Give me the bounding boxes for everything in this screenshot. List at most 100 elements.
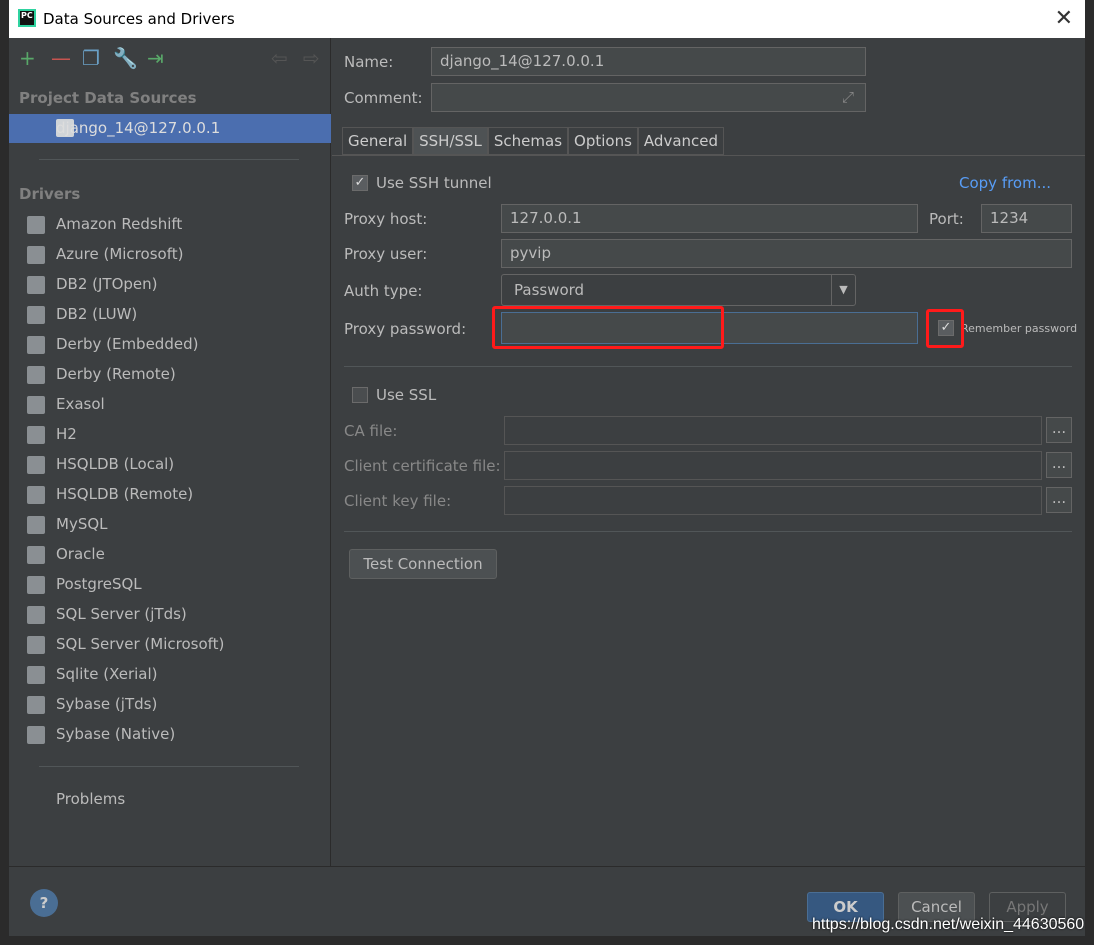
chevron-down-icon[interactable]: ▼ xyxy=(831,275,855,305)
client-cert-field[interactable] xyxy=(504,451,1042,480)
copy-from-link[interactable]: Copy from... xyxy=(959,174,1051,192)
driver-icon xyxy=(27,396,45,414)
tab-advanced[interactable]: Advanced xyxy=(637,127,725,155)
driver-icon xyxy=(27,276,45,294)
driver-icon xyxy=(27,606,45,624)
add-icon[interactable]: + xyxy=(19,46,36,70)
driver-icon xyxy=(27,306,45,324)
data-source-item[interactable]: django_14@127.0.0.1 xyxy=(9,114,331,143)
driver-item[interactable]: HSQLDB (Remote) xyxy=(9,480,331,510)
port-label: Port: xyxy=(929,210,964,228)
driver-icon xyxy=(27,486,45,504)
driver-item[interactable]: H2 xyxy=(9,420,331,450)
copy-icon[interactable]: ❐ xyxy=(82,46,100,70)
help-button[interactable]: ? xyxy=(30,889,58,917)
window-title: Data Sources and Drivers xyxy=(43,10,235,28)
name-field[interactable]: django_14@127.0.0.1 xyxy=(431,47,866,76)
title-bar: PC Data Sources and Drivers ✕ xyxy=(9,0,1085,38)
driver-label: Sybase (Native) xyxy=(56,725,176,743)
driver-icon xyxy=(27,366,45,384)
proxy-host-label: Proxy host: xyxy=(344,210,428,228)
browse-cert-button[interactable]: ... xyxy=(1046,452,1072,478)
ca-file-field[interactable] xyxy=(504,416,1042,445)
driver-item[interactable]: Sybase (jTds) xyxy=(9,690,331,720)
driver-item[interactable]: SQL Server (jTds) xyxy=(9,600,331,630)
browse-ca-button[interactable]: ... xyxy=(1046,417,1072,443)
driver-icon xyxy=(27,426,45,444)
problems-item[interactable]: Problems xyxy=(56,790,125,808)
data-source-label: django_14@127.0.0.1 xyxy=(56,119,221,137)
driver-item[interactable]: Azure (Microsoft) xyxy=(9,240,331,270)
name-label: Name: xyxy=(344,53,394,71)
test-connection-button[interactable]: Test Connection xyxy=(349,549,497,579)
remember-password-label: Remember password xyxy=(961,322,1078,335)
comment-label: Comment: xyxy=(344,89,423,107)
driver-label: Azure (Microsoft) xyxy=(56,245,184,263)
driver-item[interactable]: HSQLDB (Local) xyxy=(9,450,331,480)
proxy-user-field[interactable]: pyvip xyxy=(501,239,1072,268)
driver-icon xyxy=(27,636,45,654)
driver-label: Exasol xyxy=(56,395,105,413)
back-arrow-icon[interactable]: ⇦ xyxy=(271,46,288,70)
proxy-user-label: Proxy user: xyxy=(344,245,428,263)
driver-icon xyxy=(27,666,45,684)
close-icon[interactable]: ✕ xyxy=(1055,6,1073,31)
driver-label: HSQLDB (Remote) xyxy=(56,485,194,503)
driver-icon xyxy=(27,576,45,594)
driver-label: SQL Server (Microsoft) xyxy=(56,635,225,653)
driver-item[interactable]: Exasol xyxy=(9,390,331,420)
client-key-field[interactable] xyxy=(504,486,1042,515)
pycharm-logo-icon: PC xyxy=(18,9,36,27)
driver-item[interactable]: PostgreSQL xyxy=(9,570,331,600)
divider xyxy=(332,155,1085,156)
driver-label: Amazon Redshift xyxy=(56,215,183,233)
auth-type-value: Password xyxy=(514,281,585,299)
driver-label: Derby (Remote) xyxy=(56,365,176,383)
auth-type-select[interactable]: Password ▼ xyxy=(501,274,856,306)
browse-key-button[interactable]: ... xyxy=(1046,487,1072,513)
driver-item[interactable]: MySQL xyxy=(9,510,331,540)
divider xyxy=(39,159,299,160)
tab-options[interactable]: Options xyxy=(568,127,638,155)
use-ssl-checkbox[interactable] xyxy=(352,387,368,403)
driver-label: PostgreSQL xyxy=(56,575,142,593)
tab-bar: General SSH/SSL Schemas Options Advanced xyxy=(342,127,725,155)
divider xyxy=(39,766,299,767)
client-cert-label: Client certificate file: xyxy=(344,457,501,475)
driver-label: Sybase (jTds) xyxy=(56,695,158,713)
driver-icon xyxy=(27,246,45,264)
port-field[interactable]: 1234 xyxy=(981,204,1072,233)
use-ssh-checkbox[interactable]: ✓ xyxy=(352,175,368,191)
use-ssh-label: Use SSH tunnel xyxy=(376,174,492,192)
driver-item[interactable]: Amazon Redshift xyxy=(9,210,331,240)
remove-icon[interactable]: — xyxy=(51,46,71,70)
sidebar: + — ❐ 🔧 ⇥ ⇦ ⇨ Project Data Sources djang… xyxy=(9,38,331,866)
project-data-sources-header: Project Data Sources xyxy=(19,89,197,107)
driver-label: DB2 (JTOpen) xyxy=(56,275,158,293)
driver-icon xyxy=(27,336,45,354)
tab-schemas[interactable]: Schemas xyxy=(487,127,569,155)
driver-item[interactable]: Sqlite (Xerial) xyxy=(9,660,331,690)
driver-item[interactable]: Derby (Embedded) xyxy=(9,330,331,360)
driver-item[interactable]: DB2 (LUW) xyxy=(9,300,331,330)
import-icon[interactable]: ⇥ xyxy=(147,46,164,70)
driver-item[interactable]: Derby (Remote) xyxy=(9,360,331,390)
expand-icon[interactable]: ⤢ xyxy=(842,88,854,106)
settings-wrench-icon[interactable]: 🔧 xyxy=(113,46,138,70)
driver-item[interactable]: Oracle xyxy=(9,540,331,570)
driver-item[interactable]: SQL Server (Microsoft) xyxy=(9,630,331,660)
comment-field[interactable] xyxy=(431,83,866,112)
settings-panel: Name: django_14@127.0.0.1 Comment: ⤢ Gen… xyxy=(332,38,1085,866)
forward-arrow-icon[interactable]: ⇨ xyxy=(303,46,320,70)
driver-icon xyxy=(27,696,45,714)
driver-icon xyxy=(27,726,45,744)
driver-icon xyxy=(27,516,45,534)
ca-file-label: CA file: xyxy=(344,422,398,440)
driver-item[interactable]: DB2 (JTOpen) xyxy=(9,270,331,300)
proxy-host-field[interactable]: 127.0.0.1 xyxy=(501,204,918,233)
driver-item[interactable]: Sybase (Native) xyxy=(9,720,331,750)
tab-general[interactable]: General xyxy=(342,127,414,155)
highlight-box xyxy=(926,309,964,348)
tab-ssh-ssl[interactable]: SSH/SSL xyxy=(413,127,488,155)
driver-label: DB2 (LUW) xyxy=(56,305,138,323)
